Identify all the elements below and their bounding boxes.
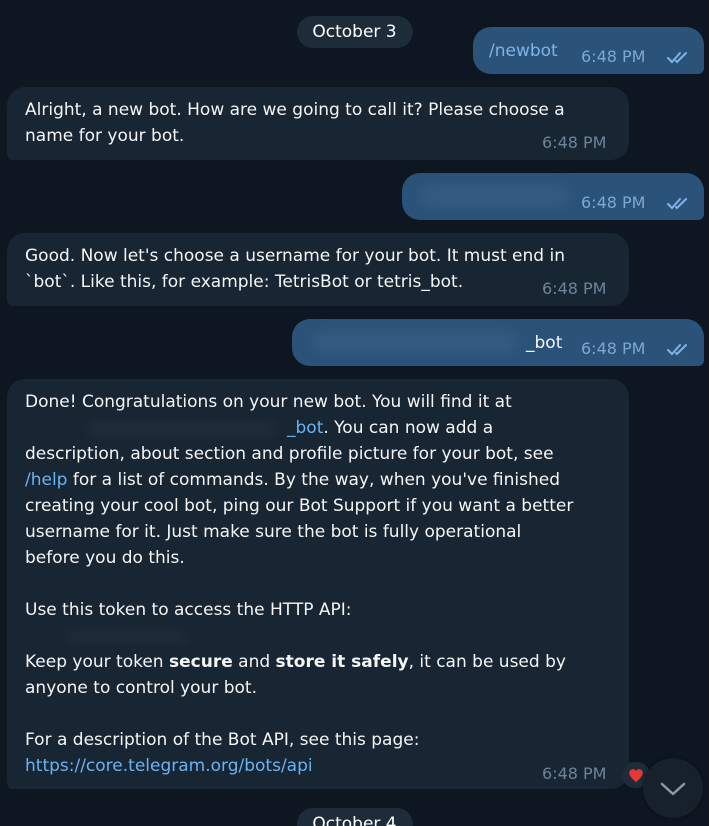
redacted-text: [87, 421, 277, 437]
message-text: name for your bot.: [25, 126, 185, 146]
outgoing-message[interactable]: _bot 6:48 PM: [292, 319, 704, 366]
message-line: Keep your token secure and store it safe…: [25, 649, 566, 675]
command-text[interactable]: /newbot: [489, 38, 558, 64]
scroll-down-button[interactable]: [643, 758, 703, 818]
message-line: _bot. You can now add a: [287, 415, 493, 441]
message-text: description, about section and profile p…: [25, 444, 554, 464]
message-time: 6:48 PM: [542, 133, 607, 152]
redacted-token: [67, 631, 187, 643]
message-text: anyone to control your bot.: [25, 678, 257, 698]
bold-text: secure: [169, 652, 233, 672]
message-text: Keep your token: [25, 652, 169, 672]
chevron-down-icon: [660, 782, 686, 796]
date-separator: October 4: [296, 808, 413, 826]
message-line: /help for a list of commands. By the way…: [25, 467, 560, 493]
message-time: 6:48 PM: [542, 279, 607, 298]
message-text: `bot`. Like this, for example: TetrisBot…: [25, 272, 464, 292]
double-check-icon: [667, 52, 687, 64]
incoming-message[interactable]: Good. Now let's choose a username for yo…: [7, 233, 629, 306]
double-check-icon: [667, 198, 687, 210]
incoming-message[interactable]: Done! Congratulations on your new bot. Y…: [7, 379, 629, 789]
message-time: 6:48 PM: [581, 193, 646, 212]
message-text: and: [232, 652, 276, 672]
message-text: before you do this.: [25, 548, 185, 568]
help-command-link[interactable]: /help: [25, 470, 67, 490]
message-text: Alright, a new bot. How are we going to …: [25, 100, 565, 120]
bot-api-link[interactable]: https://core.telegram.org/bots/api: [25, 753, 313, 779]
outgoing-message[interactable]: 6:48 PM: [402, 173, 704, 220]
double-check-icon: [667, 344, 687, 356]
message-text: creating your cool bot, ping our Bot Sup…: [25, 496, 574, 516]
message-text: For a description of the Bot API, see th…: [25, 730, 420, 750]
redacted-text: [420, 185, 570, 207]
message-text: for a list of commands. By the way, when…: [67, 470, 561, 490]
message-time: 6:48 PM: [581, 339, 646, 358]
message-text: Use this token to access the HTTP API:: [25, 600, 352, 620]
date-separator: October 3: [296, 16, 413, 48]
incoming-message[interactable]: Alright, a new bot. How are we going to …: [7, 87, 629, 160]
bot-link[interactable]: _bot: [287, 418, 323, 438]
message-text: username for it. Just make sure the bot …: [25, 522, 522, 542]
message-text: , it can be used by: [408, 652, 566, 672]
message-time: 6:48 PM: [581, 47, 646, 66]
message-text: _bot: [526, 333, 563, 353]
bold-text: store it safely: [275, 652, 409, 672]
chat-area: October 3 /newbot 6:48 PM Alright, a new…: [0, 0, 709, 826]
message-time: 6:48 PM: [542, 764, 607, 783]
message-text: Good. Now let's choose a username for yo…: [25, 246, 565, 266]
redacted-text: [312, 331, 517, 353]
message-text: . You can now add a: [323, 418, 494, 438]
message-text: Done! Congratulations on your new bot. Y…: [25, 392, 512, 412]
outgoing-message[interactable]: /newbot 6:48 PM: [473, 27, 704, 74]
